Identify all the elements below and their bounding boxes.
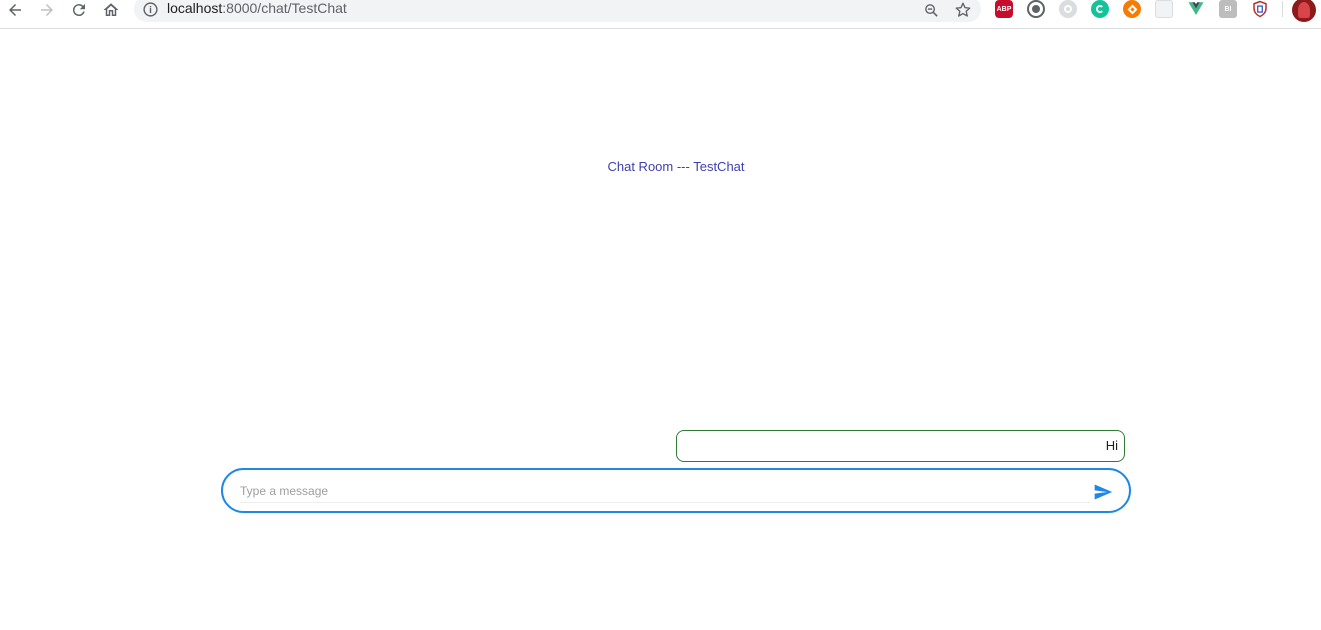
zoom-out-icon[interactable] (921, 0, 941, 20)
info-icon[interactable] (142, 1, 159, 18)
bookmark-star-icon[interactable] (953, 0, 973, 20)
adblock-plus-label: ABP (996, 5, 1012, 13)
message-text: Hi (1105, 438, 1118, 453)
send-icon (1094, 484, 1113, 500)
url-host: localhost (167, 0, 223, 16)
forward-icon[interactable] (35, 0, 59, 20)
chat-message: Hi (676, 430, 1125, 462)
address-bar[interactable]: localhost:8000/chat/TestChat (134, 0, 981, 22)
bi-extension-label: BI (1224, 5, 1232, 13)
bi-extension-icon[interactable]: BI (1219, 0, 1237, 18)
adblock-plus-icon[interactable]: ABP (995, 0, 1013, 18)
send-button[interactable] (1092, 482, 1114, 502)
browser-toolbar: localhost:8000/chat/TestChat ABP BI (0, 0, 1321, 29)
chat-room-title: Chat Room --- TestChat (607, 159, 745, 174)
back-icon[interactable] (3, 0, 27, 20)
profile-avatar[interactable] (1292, 0, 1316, 22)
url-text[interactable]: localhost:8000/chat/TestChat (167, 0, 347, 16)
dark-reader-icon[interactable] (1027, 0, 1045, 18)
message-input[interactable] (240, 480, 1080, 502)
input-underline (240, 502, 1090, 503)
home-icon[interactable] (99, 0, 123, 20)
url-path: :8000/chat/TestChat (222, 0, 347, 16)
toolbar-separator (1282, 1, 1283, 17)
extension-gear-icon[interactable] (1059, 0, 1077, 18)
reload-icon[interactable] (67, 0, 91, 20)
message-composer (221, 468, 1131, 513)
shield-extension-icon[interactable] (1251, 0, 1269, 18)
grammarly-icon[interactable] (1091, 0, 1109, 18)
vue-devtools-icon[interactable] (1187, 0, 1205, 18)
orange-extension-icon[interactable] (1123, 0, 1141, 18)
grid-extension-icon[interactable] (1155, 0, 1173, 18)
